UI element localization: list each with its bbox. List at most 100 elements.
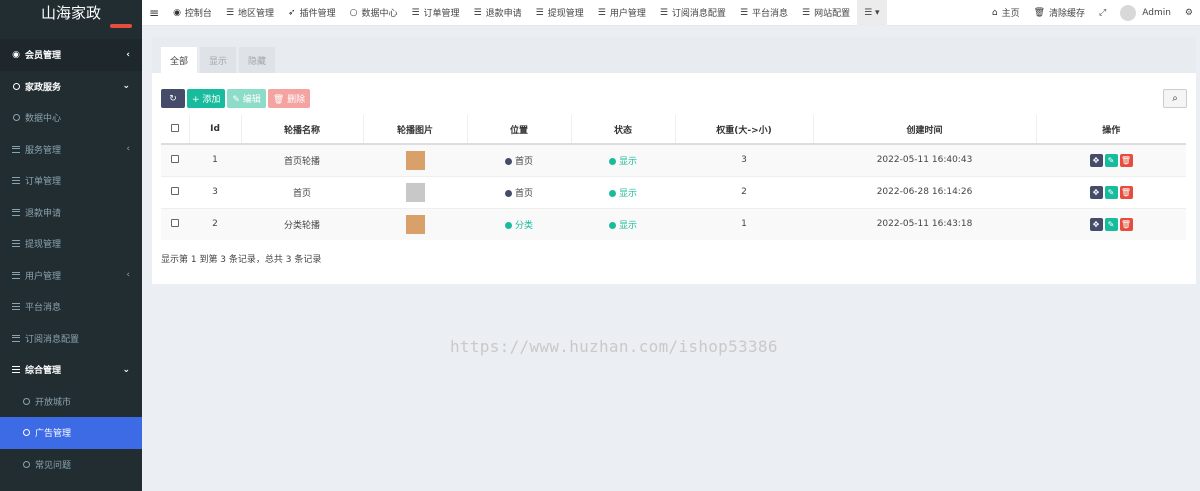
user-menu[interactable]: Admin (1113, 0, 1178, 26)
drag-sort-button[interactable]: ✥ (1089, 217, 1103, 231)
topnav-regions[interactable]: ☰ 地区管理 (219, 0, 281, 26)
table-row[interactable]: 1 首页轮播 首页 显示 3 2022-05-11 16:40:43 ✥ ✎ 🗑 (161, 143, 1186, 176)
topnav-data-center[interactable]: ○ 数据中心 (343, 0, 405, 26)
topnav-dashboard[interactable]: ◉ 控制台 (166, 0, 219, 26)
clear-cache-button[interactable]: 🗑 清除缓存 (1027, 0, 1092, 26)
sidebar-item-services[interactable]: 服务管理 ‹ (0, 134, 142, 166)
drag-sort-button[interactable]: ✥ (1089, 185, 1103, 199)
sidebar-item-messages[interactable]: 平台消息 (0, 291, 142, 323)
drag-sort-button[interactable]: ✥ (1089, 153, 1103, 167)
topnav-more-dropdown[interactable]: ☰ ▾ (857, 0, 887, 26)
delete-button[interactable]: 🗑 删除 (267, 89, 311, 108)
row-delete-button[interactable]: 🗑 (1119, 217, 1133, 231)
settings-button[interactable]: ⚙ (1178, 0, 1200, 26)
edit-button[interactable]: ✎ 编辑 (227, 89, 266, 108)
table-row[interactable]: 2 分类轮播 分类 显示 1 2022-05-11 16:43:18 ✥ ✎ 🗑 (161, 207, 1186, 240)
search-button[interactable]: ⌕ (1163, 89, 1187, 108)
fullscreen-icon: ⤢ (1099, 7, 1107, 18)
brand-title: 山海家政 (40, 4, 101, 22)
sidebar-item-faq[interactable]: 常见问题 (0, 449, 142, 481)
col-weight[interactable]: 权重(大->小) (675, 115, 814, 145)
menu-toggle-button[interactable]: ≡ (142, 0, 166, 26)
cell-created: 2022-05-11 16:43:18 (813, 207, 1036, 240)
cell-weight: 2 (675, 175, 813, 208)
row-edit-button[interactable]: ✎ (1104, 153, 1118, 167)
col-name: 轮播名称 (241, 115, 364, 145)
table-row[interactable]: 3 首页 首页 显示 2 2022-06-28 16:14:26 ✥ ✎ 🗑 (161, 175, 1186, 208)
status-label[interactable]: 显示 (619, 157, 637, 167)
banner-thumbnail[interactable] (405, 182, 425, 202)
sidebar-item-open-cities[interactable]: 开放城市 (0, 386, 142, 418)
sidebar-item-refunds[interactable]: 退款申请 (0, 197, 142, 229)
topnav-messages[interactable]: ☰ 平台消息 (733, 0, 795, 26)
sidebar-item-general[interactable]: 综合管理 ⌄ (0, 354, 142, 386)
topnav-withdrawals[interactable]: ☰ 提现管理 (529, 0, 591, 26)
cell-actions: ✥ ✎ 🗑 (1036, 143, 1186, 176)
circle-icon (10, 114, 22, 122)
cell-id: 2 (189, 207, 241, 240)
col-id[interactable]: Id (189, 115, 242, 145)
status-label[interactable]: 显示 (619, 221, 637, 231)
position-label[interactable]: 首页 (515, 157, 533, 167)
fullscreen-button[interactable]: ⤢ (1092, 0, 1113, 26)
cell-position: 首页 (467, 143, 571, 176)
sidebar-item-subscription-config[interactable]: 订阅消息配置 (0, 323, 142, 355)
row-checkbox[interactable] (171, 154, 179, 163)
pagination-summary: 显示第 1 到第 3 条记录，总共 3 条记录 (161, 255, 322, 265)
row-edit-button[interactable]: ✎ (1104, 217, 1118, 231)
sidebar-item-label: 退款申请 (25, 208, 62, 219)
sidebar-item-ads[interactable]: 广告管理 (0, 417, 142, 449)
cell-actions: ✥ ✎ 🗑 (1036, 207, 1186, 240)
banner-thumbnail[interactable] (405, 214, 425, 234)
sidebar-item-label: 会员管理 (25, 51, 62, 62)
sidebar-item-withdrawals[interactable]: 提现管理 (0, 228, 142, 260)
tab-all[interactable]: 全部 (161, 47, 197, 73)
sidebar-item-label: 常见问题 (35, 460, 72, 471)
tab-hidden[interactable]: 隐藏 (239, 47, 275, 73)
col-status: 状态 (571, 115, 676, 145)
row-delete-button[interactable]: 🗑 (1119, 185, 1133, 199)
sidebar-item-label: 用户管理 (25, 271, 62, 282)
topnav-plugins[interactable]: ➶ 插件管理 (281, 0, 343, 26)
cell-actions: ✥ ✎ 🗑 (1036, 175, 1186, 208)
select-all-checkbox[interactable] (170, 123, 179, 132)
add-button[interactable]: + 添加 (187, 89, 226, 108)
list-icon: ☰ (411, 7, 420, 18)
tab-shown[interactable]: 显示 (200, 47, 236, 73)
more-menu-icon: ☰ ▾ (864, 7, 880, 18)
topnav-refunds[interactable]: ☰ 退款申请 (467, 0, 529, 26)
home-link[interactable]: ⌂ 主页 (985, 0, 1027, 26)
status-dot-icon (608, 189, 616, 197)
sidebar-item-members[interactable]: ◉ 会员管理 ‹ (0, 39, 142, 71)
chevron-down-icon: ⌄ (122, 81, 130, 92)
row-checkbox[interactable] (171, 218, 179, 227)
sidebar-item-label: 提现管理 (25, 240, 62, 251)
sidebar-item-orders[interactable]: 订单管理 (0, 165, 142, 197)
status-label[interactable]: 显示 (619, 189, 637, 199)
topnav-subscription-config[interactable]: ☰ 订阅消息配置 (653, 0, 733, 26)
banner-thumbnail[interactable] (405, 150, 425, 170)
position-label[interactable]: 分类 (515, 221, 533, 231)
cell-id: 1 (189, 143, 241, 176)
topnav-users[interactable]: ☰ 用户管理 (591, 0, 653, 26)
topnav-site-config[interactable]: ☰ 网站配置 (795, 0, 857, 26)
row-delete-button[interactable]: 🗑 (1119, 153, 1133, 167)
cell-name: 首页轮播 (241, 143, 363, 176)
rocket-icon: ➶ (288, 7, 296, 18)
row-edit-button[interactable]: ✎ (1104, 185, 1118, 199)
content-panel: 全部 显示 隐藏 ↻ + 添加 ✎ 编辑 🗑 删除 ⌕ Id 轮播名称 轮播图片… (152, 37, 1196, 284)
topnav-label: 地区管理 (238, 9, 275, 19)
topnav-label: 网站配置 (814, 9, 851, 19)
sidebar-item-users[interactable]: 用户管理 ‹ (0, 260, 142, 292)
position-label[interactable]: 首页 (515, 189, 533, 199)
sidebar-item-housekeeping[interactable]: 家政服务 ⌄ (0, 71, 142, 103)
row-checkbox[interactable] (171, 186, 179, 195)
refresh-button[interactable]: ↻ (161, 89, 185, 108)
select-all-header (161, 115, 190, 145)
topbar: ≡ ◉ 控制台 ☰ 地区管理 ➶ 插件管理 ○ 数据中心 ☰ 订单管理 ☰ 退款申请 ☰ 提现… (142, 0, 1200, 26)
position-dot-icon (504, 221, 512, 229)
list-icon (10, 366, 22, 374)
topnav-orders[interactable]: ☰ 订单管理 (404, 0, 466, 26)
brand-logo[interactable]: 山海家政 (0, 0, 142, 30)
sidebar-item-data-center[interactable]: 数据中心 (0, 102, 142, 134)
